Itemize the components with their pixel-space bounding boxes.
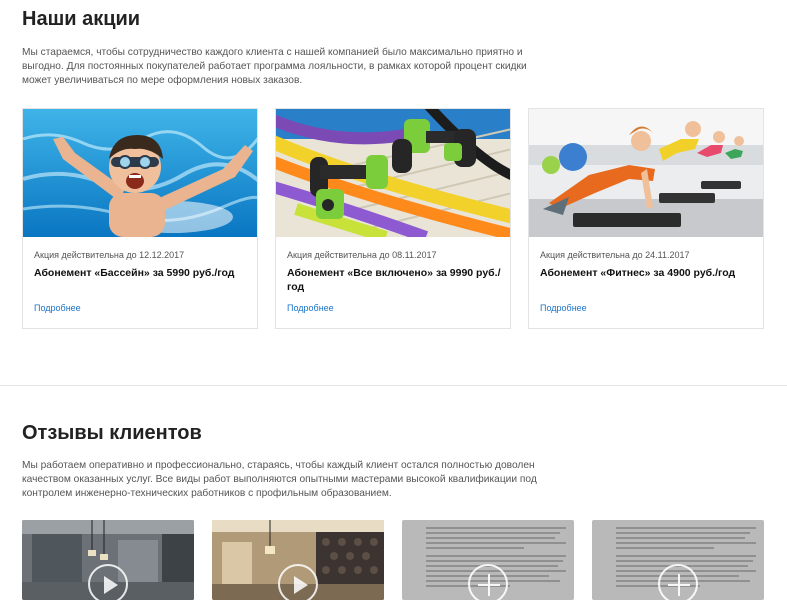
- promotions-title: Наши акции: [22, 8, 141, 30]
- swimming-child-photo: [23, 109, 257, 237]
- play-icon[interactable]: [88, 564, 128, 600]
- promo-name: Абонемент «Бассейн» за 5990 руб./год: [34, 267, 235, 279]
- section-divider: [0, 385, 787, 386]
- promotions-description: Мы стараемся, чтобы сотрудничество каждо…: [22, 47, 527, 86]
- promo-card-all-inclusive[interactable]: Акция действительна до 08.11.2017 Абонем…: [275, 108, 511, 329]
- promo-card-fitness[interactable]: Акция действительна до 24.11.2017 Абонем…: [528, 108, 764, 329]
- reviews-description: Мы работаем оперативно и профессионально…: [22, 460, 537, 499]
- kids-fitness-pushups-photo: [529, 109, 763, 237]
- promo-card-pool[interactable]: Акция действительна до 12.12.2017 Абонем…: [22, 108, 258, 329]
- reviews-gallery: [22, 520, 767, 600]
- promo-cards: Акция действительна до 12.12.2017 Абонем…: [22, 108, 764, 329]
- reviews-title: Отзывы клиентов: [22, 422, 202, 444]
- promo-more-link[interactable]: Подробнее: [34, 303, 81, 313]
- review-document[interactable]: [592, 520, 764, 600]
- review-document[interactable]: [402, 520, 574, 600]
- promo-more-link[interactable]: Подробнее: [287, 303, 334, 313]
- promo-valid-date: Акция действительна до 12.12.2017: [34, 250, 185, 260]
- review-video[interactable]: [22, 520, 194, 600]
- aqua-dumbbells-noodles-photo: [276, 109, 510, 237]
- plus-icon[interactable]: [658, 564, 698, 600]
- promo-name: Абонемент «Все включено» за 9990 руб./го…: [287, 267, 501, 293]
- play-icon[interactable]: [278, 564, 318, 600]
- promo-valid-date: Акция действительна до 08.11.2017: [287, 250, 437, 260]
- plus-icon[interactable]: [468, 564, 508, 600]
- promo-more-link[interactable]: Подробнее: [540, 303, 587, 313]
- review-video[interactable]: [212, 520, 384, 600]
- promo-name: Абонемент «Фитнес» за 4900 руб./год: [540, 267, 736, 279]
- promo-valid-date: Акция действительна до 24.11.2017: [540, 250, 690, 260]
